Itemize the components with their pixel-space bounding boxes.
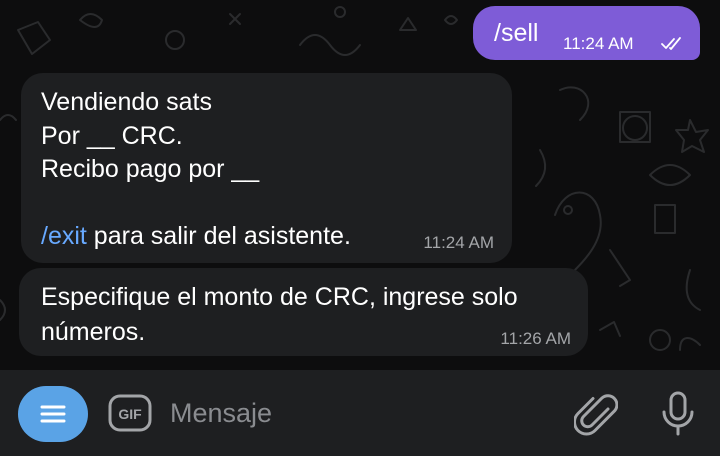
message-composer: GIF <box>0 370 720 456</box>
message-time: 11:24 AM <box>563 34 634 53</box>
message-line: Vendiendo sats <box>41 88 212 116</box>
message-line: Por __ CRC. <box>41 121 183 150</box>
exit-command-link[interactable]: /exit <box>41 222 87 250</box>
microphone-icon[interactable] <box>660 390 696 438</box>
message-bubble-sell[interactable]: /sell 11:24 AM <box>473 6 700 60</box>
message-text: Vendiendo sats Por __ CRC. Recibo pago p… <box>41 86 351 254</box>
message-bubble-amount[interactable]: Especifique el monto de CRC, ingrese sol… <box>19 268 588 356</box>
message-time: 11:26 AM <box>500 329 571 348</box>
message-input[interactable] <box>170 392 550 434</box>
gif-icon[interactable]: GIF <box>107 393 153 433</box>
menu-icon <box>40 405 66 423</box>
message-line: para salir del asistente. <box>86 222 351 250</box>
message-line: números. <box>41 318 146 346</box>
bot-menu-button[interactable] <box>18 386 88 442</box>
message-bubble-wizard[interactable]: Vendiendo sats Por __ CRC. Recibo pago p… <box>21 73 512 263</box>
message-line: Especifique el monto de CRC, ingrese sol… <box>41 283 518 311</box>
paperclip-icon[interactable] <box>574 390 618 438</box>
message-line: Recibo pago por __ <box>41 155 260 183</box>
gif-label: GIF <box>118 406 142 422</box>
chat-area[interactable]: /sell 11:24 AM Vendiendo sats Por __ CRC… <box>0 0 720 370</box>
message-text: /sell <box>494 19 539 47</box>
message-time: 11:24 AM <box>423 233 494 252</box>
read-double-check-icon <box>661 37 681 50</box>
